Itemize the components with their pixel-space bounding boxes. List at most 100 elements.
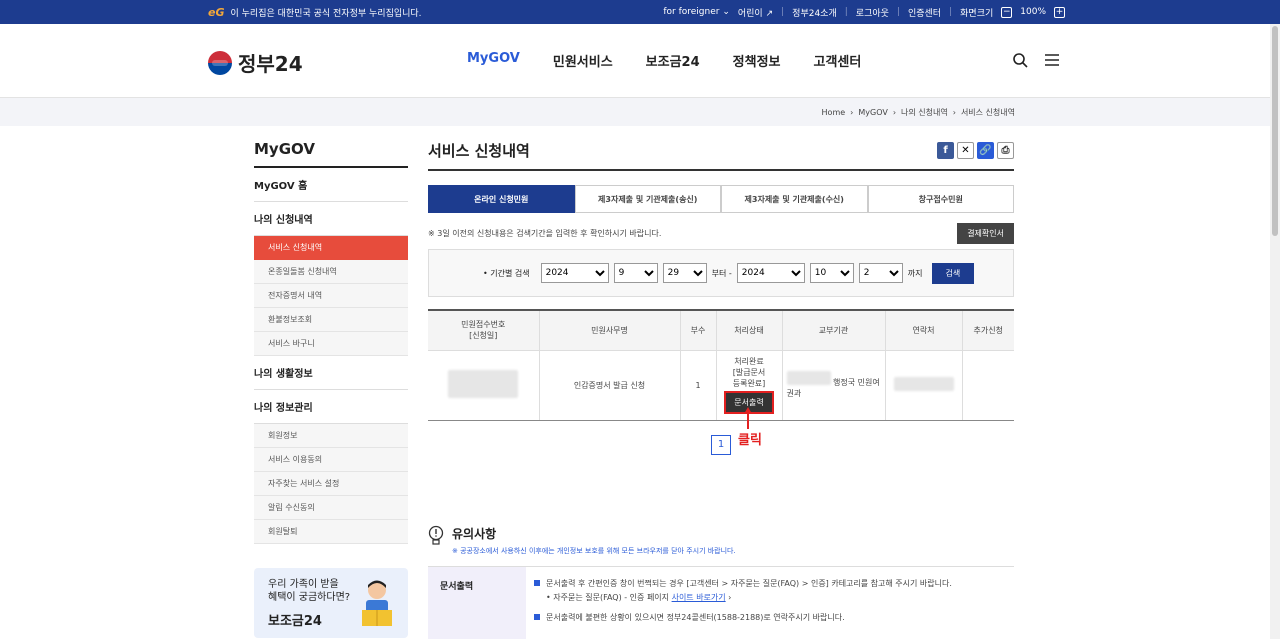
- page-title: 서비스 신청내역: [428, 142, 530, 160]
- caution-section: 유의사항 ※ 공공장소에서 사용하신 이후에는 개인정보 보호를 위해 모든 브…: [428, 525, 1014, 556]
- pagination: 1 클릭: [428, 406, 1014, 455]
- apply-table: 민원접수번호 [신청일] 민원사무명 부수 처리상태 교부기관 연락처 추가신청…: [428, 309, 1014, 421]
- period-label: • 기간별 검색: [483, 268, 530, 278]
- kids-link[interactable]: 어린이 ↗: [738, 6, 773, 19]
- search-button[interactable]: 검색: [931, 262, 975, 284]
- receipt-no-cell: [428, 349, 540, 421]
- cert-center-link[interactable]: 인증센터: [908, 6, 941, 19]
- taegeuk-icon: [208, 50, 232, 75]
- lnb-item-service-consent[interactable]: 서비스 이용동의: [254, 448, 408, 472]
- external-link-icon: ↗: [765, 8, 774, 19]
- to-day-select[interactable]: 2: [858, 263, 903, 283]
- gov24-logo[interactable]: 정부24: [208, 48, 303, 77]
- faq-site-link[interactable]: 사이트 바로가기: [672, 593, 726, 602]
- count-cell: 1: [679, 349, 717, 421]
- breadcrumb: Home › MyGOV › 나의 신청내역 › 서비스 신청내역: [0, 98, 1280, 126]
- apply-tabs: 온라인 신청민원 제3자제출 및 기관제출(송신) 제3자제출 및 기관제출(수…: [428, 185, 1014, 213]
- to-month-select[interactable]: 10: [809, 263, 854, 283]
- lnb-info-manage[interactable]: 나의 정보관리: [254, 390, 408, 424]
- from-year-select[interactable]: 2024: [540, 263, 609, 283]
- nav-customer-center[interactable]: 고객센터: [814, 51, 862, 70]
- lnb-item-refund[interactable]: 환불정보조회: [254, 308, 408, 332]
- from-month-select[interactable]: 9: [613, 263, 658, 283]
- lnb-item-favorite-setting[interactable]: 자주찾는 서비스 설정: [254, 472, 408, 496]
- logout-link[interactable]: 로그아웃: [856, 6, 889, 19]
- caution-box: 문서출력 문서출력 후 간편인증 창이 번쩍되는 경우 [고객센터 > 자주묻는…: [428, 565, 1014, 639]
- col-additional: 추가신청: [961, 310, 1014, 351]
- lnb-item-service-apply[interactable]: 서비스 신청내역: [254, 236, 408, 260]
- page-1[interactable]: 1: [711, 434, 731, 455]
- lnb-item-alarm-consent[interactable]: 알림 수신동의: [254, 496, 408, 520]
- from-suffix: 부터 -: [711, 268, 732, 278]
- nav-policy-info[interactable]: 정책정보: [733, 51, 781, 70]
- top-utility-bar: eG 이 누리집은 대한민국 공식 전자정부 누리집입니다. for forei…: [0, 0, 1280, 24]
- col-org: 교부기관: [781, 310, 886, 351]
- lnb-mygov-home[interactable]: MyGOV 홈: [254, 168, 408, 202]
- person-with-box-icon: [362, 580, 392, 626]
- tab-online[interactable]: 온라인 신청민원: [428, 185, 575, 213]
- breadcrumb-home[interactable]: Home: [822, 108, 846, 117]
- payment-confirm-button[interactable]: 결제확인서: [957, 223, 1014, 244]
- lnb-apply[interactable]: 나의 신청내역: [254, 202, 408, 236]
- x-twitter-icon[interactable]: ✕: [957, 142, 974, 159]
- tab-third-send[interactable]: 제3자제출 및 기관제출(송신): [574, 185, 721, 213]
- main-content: 서비스 신청내역 f ✕ 🔗 ⎙ 온라인 신청민원 제3자제출 및 기관제출(송…: [428, 140, 1014, 639]
- lnb-item-basket[interactable]: 서비스 바구니: [254, 332, 408, 356]
- menu-icon[interactable]: [1044, 52, 1060, 72]
- facebook-icon[interactable]: f: [937, 142, 954, 159]
- to-suffix: 까지: [907, 268, 923, 278]
- nav-civil-service[interactable]: 민원서비스: [553, 51, 613, 70]
- lnb-item-e-cert[interactable]: 전자증명서 내역: [254, 284, 408, 308]
- org-cell: 행정국 민원여권과: [781, 349, 886, 421]
- bullet-square-icon: [534, 579, 540, 586]
- caution-subtitle: ※ 공공장소에서 사용하신 이후에는 개인정보 보호를 위해 모든 브라우저를 …: [452, 546, 736, 555]
- subsidy-banner[interactable]: 우리 가족이 받을 혜택이 궁금하다면? 보조금24: [254, 568, 408, 638]
- zoom-label: 화면크기: [960, 8, 994, 19]
- site-header: 정부24 MyGOV 민원서비스 보조금24 정책정보 고객센터: [0, 24, 1280, 98]
- tab-third-receive[interactable]: 제3자제출 및 기관제출(수신): [721, 185, 868, 213]
- zoom-out-button[interactable]: −: [1001, 6, 1013, 18]
- zoom-value: 100%: [1020, 7, 1046, 17]
- caution-title: 유의사항: [452, 526, 497, 541]
- main-nav: MyGOV 민원서비스 보조금24 정책정보 고객센터: [467, 51, 861, 70]
- link-copy-icon[interactable]: 🔗: [977, 142, 994, 159]
- tab-counter[interactable]: 창구접수민원: [867, 185, 1014, 213]
- about-link[interactable]: 정부24소개: [792, 6, 837, 19]
- additional-cell: [961, 349, 1014, 421]
- table-row: 인감증명서 발급 신청 1 처리완료 [발급문서 등록완료] 문서출력 행정국 …: [428, 349, 1014, 421]
- col-contact: 연락처: [884, 310, 963, 351]
- search-icon[interactable]: [1012, 52, 1028, 72]
- breadcrumb-mygov[interactable]: MyGOV: [858, 108, 887, 117]
- from-day-select[interactable]: 29: [662, 263, 707, 283]
- for-foreigner-link[interactable]: for foreigner ⌄: [663, 7, 730, 17]
- eg-logo-icon: eG: [208, 5, 225, 19]
- nav-subsidy24[interactable]: 보조금24: [646, 51, 700, 70]
- chevron-down-icon: ⌄: [722, 7, 730, 17]
- lnb-item-member-info[interactable]: 회원정보: [254, 424, 408, 448]
- nav-mygov[interactable]: MyGOV: [467, 51, 520, 70]
- table-header-row: 민원접수번호 [신청일] 민원사무명 부수 처리상태 교부기관 연락처 추가신청: [428, 310, 1014, 351]
- col-receipt-no: 민원접수번호 [신청일]: [428, 310, 540, 351]
- lnb-title: MyGOV: [254, 140, 408, 168]
- breadcrumb-current[interactable]: 서비스 신청내역: [961, 107, 1015, 118]
- col-count: 부수: [679, 310, 717, 351]
- contact-cell: [884, 349, 963, 421]
- period-filter: • 기간별 검색 2024 9 29 부터 - 2024 10 2 까지 검색: [428, 249, 1014, 297]
- page-scrollbar[interactable]: [1270, 24, 1280, 639]
- print-icon[interactable]: ⎙: [997, 142, 1014, 159]
- scrollbar-thumb[interactable]: [1272, 26, 1278, 236]
- breadcrumb-apply[interactable]: 나의 신청내역: [901, 107, 948, 118]
- zoom-in-button[interactable]: +: [1054, 6, 1065, 18]
- col-status: 처리상태: [715, 310, 783, 351]
- caution-box-label: 문서출력: [428, 566, 526, 639]
- lnb-item-withdraw[interactable]: 회원탈퇴: [254, 520, 408, 544]
- lightbulb-icon: [428, 525, 444, 545]
- col-service-name: 민원사무명: [538, 310, 681, 351]
- red-arrow-icon: [744, 406, 752, 429]
- lnb-item-care-apply[interactable]: 온종일돌봄 신청내역: [254, 260, 408, 284]
- gov-notice-text: 이 누리집은 대한민국 공식 전자정부 누리집입니다.: [230, 8, 422, 19]
- to-year-select[interactable]: 2024: [736, 263, 805, 283]
- click-annotation: 클릭: [738, 432, 762, 448]
- period-notice: ※ 3일 이전의 신청내용은 검색기간을 입력한 후 확인하시기 바랍니다.: [428, 229, 662, 238]
- lnb-life-info[interactable]: 나의 생활정보: [254, 356, 408, 390]
